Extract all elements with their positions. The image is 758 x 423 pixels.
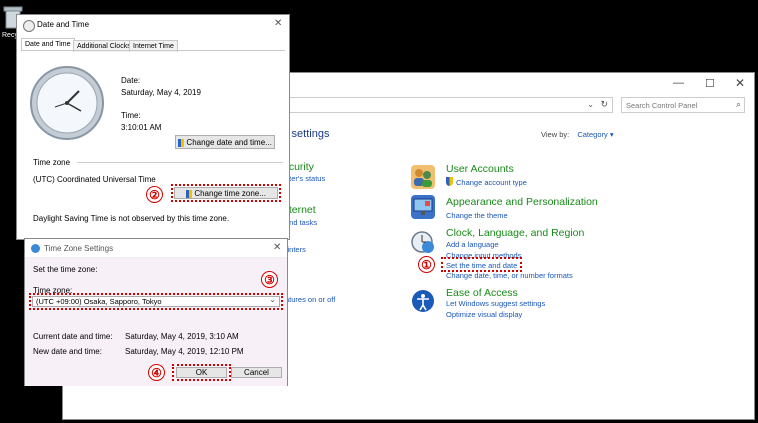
dropdown-chevron-icon[interactable]: ⌄ [587, 100, 594, 109]
date-time-title: Date and Time [37, 20, 90, 29]
category-clock-region[interactable]: Clock, Language, and Region [446, 227, 584, 239]
link-fragment-features[interactable]: atures on or off [285, 295, 335, 304]
timezone-divider [77, 162, 283, 163]
view-by-control[interactable]: View by: Category ▾ [541, 130, 614, 139]
address-bar[interactable]: ⌄ ↻ [283, 97, 613, 113]
search-box[interactable]: Search Control Panel ⌕ [621, 97, 745, 113]
category-user-accounts[interactable]: User Accounts [446, 163, 514, 175]
step-4-marker: ④ [148, 364, 165, 381]
date-time-window: Date and Time ✕ Date and Time Additional… [16, 14, 290, 240]
change-date-time-label: Change date and time... [186, 138, 272, 147]
current-datetime-value: Saturday, May 4, 2019, 3:10 AM [125, 332, 239, 341]
current-datetime-label: Current date and time: [33, 332, 113, 341]
select-chevron-icon: ⌄ [269, 295, 276, 304]
step-3-marker: ③ [261, 271, 278, 288]
ok-button[interactable]: OK [176, 367, 227, 378]
step-2-marker: ② [146, 186, 163, 203]
timezone-value: (UTC) Coordinated Universal Time [33, 175, 156, 184]
uac-shield-icon [186, 189, 193, 198]
change-time-zone-button[interactable]: Change time zone... [174, 187, 278, 199]
clock-region-icon[interactable] [410, 229, 436, 255]
shield-icon [446, 177, 453, 186]
annotation-box-1 [441, 257, 522, 272]
analog-clock [29, 63, 105, 143]
new-datetime-label: New date and time: [33, 347, 102, 356]
link-fragment-printers[interactable]: rinters [285, 245, 306, 254]
tab-date-and-time[interactable]: Date and Time [21, 38, 75, 50]
link-optimize-display[interactable]: Optimize visual display [446, 310, 522, 319]
step-1-marker: ① [418, 256, 435, 273]
category-ease-of-access[interactable]: Ease of Access [446, 287, 518, 299]
dst-note: Daylight Saving Time is not observed by … [33, 214, 230, 223]
date-time-close-button[interactable]: ✕ [274, 18, 282, 29]
cancel-button[interactable]: Cancel [231, 367, 282, 378]
time-zone-settings-dialog: Time Zone Settings ✕ Set the time zone: … [24, 238, 288, 386]
change-date-time-button[interactable]: Change date and time... [175, 135, 275, 149]
user-accounts-icon[interactable] [411, 165, 435, 189]
time-zone-select[interactable]: (UTC +09:00) Osaka, Sapporo, Tokyo ⌄ [32, 295, 280, 307]
date-value: Saturday, May 4, 2019 [121, 88, 201, 97]
view-by-label: View by: [541, 130, 570, 139]
view-by-value[interactable]: Category [577, 130, 607, 139]
link-fragment-status[interactable]: uter's status [285, 174, 325, 183]
time-zone-select-value: (UTC +09:00) Osaka, Sapporo, Tokyo [36, 297, 162, 306]
refresh-icon[interactable]: ↻ [600, 99, 608, 110]
uac-shield-icon [178, 138, 185, 147]
new-datetime-value: Saturday, May 4, 2019, 12:10 PM [125, 347, 244, 356]
date-time-app-icon [23, 20, 35, 32]
time-label: Time: [121, 111, 141, 120]
ease-of-access-icon[interactable] [410, 288, 436, 314]
search-icon[interactable]: ⌕ [736, 99, 741, 110]
tab-divider [21, 50, 285, 51]
timezone-heading: Time zone [33, 158, 71, 167]
link-change-formats[interactable]: Change date, time, or number formats [446, 271, 573, 280]
search-input[interactable]: Search Control Panel [626, 101, 697, 110]
globe-icon [31, 244, 40, 253]
link-suggest-settings[interactable]: Let Windows suggest settings [446, 299, 545, 308]
date-label: Date: [121, 76, 141, 85]
link-change-theme[interactable]: Change the theme [446, 211, 508, 220]
view-by-chevron-icon: ▾ [609, 130, 614, 139]
set-time-zone-label: Set the time zone: [33, 265, 98, 274]
minimize-button[interactable]: — [673, 77, 684, 89]
link-add-language[interactable]: Add a language [446, 240, 499, 249]
change-time-zone-label: Change time zone... [194, 189, 266, 198]
maximize-button[interactable]: ☐ [705, 77, 715, 90]
tz-dialog-title: Time Zone Settings [44, 244, 114, 253]
tz-dialog-close-button[interactable]: ✕ [273, 242, 281, 253]
link-change-account-type[interactable]: Change account type [456, 178, 527, 187]
category-appearance[interactable]: Appearance and Personalization [446, 196, 598, 208]
close-button[interactable]: ✕ [735, 76, 745, 90]
time-value: 3:10:01 AM [121, 123, 162, 132]
appearance-icon[interactable] [411, 195, 435, 219]
